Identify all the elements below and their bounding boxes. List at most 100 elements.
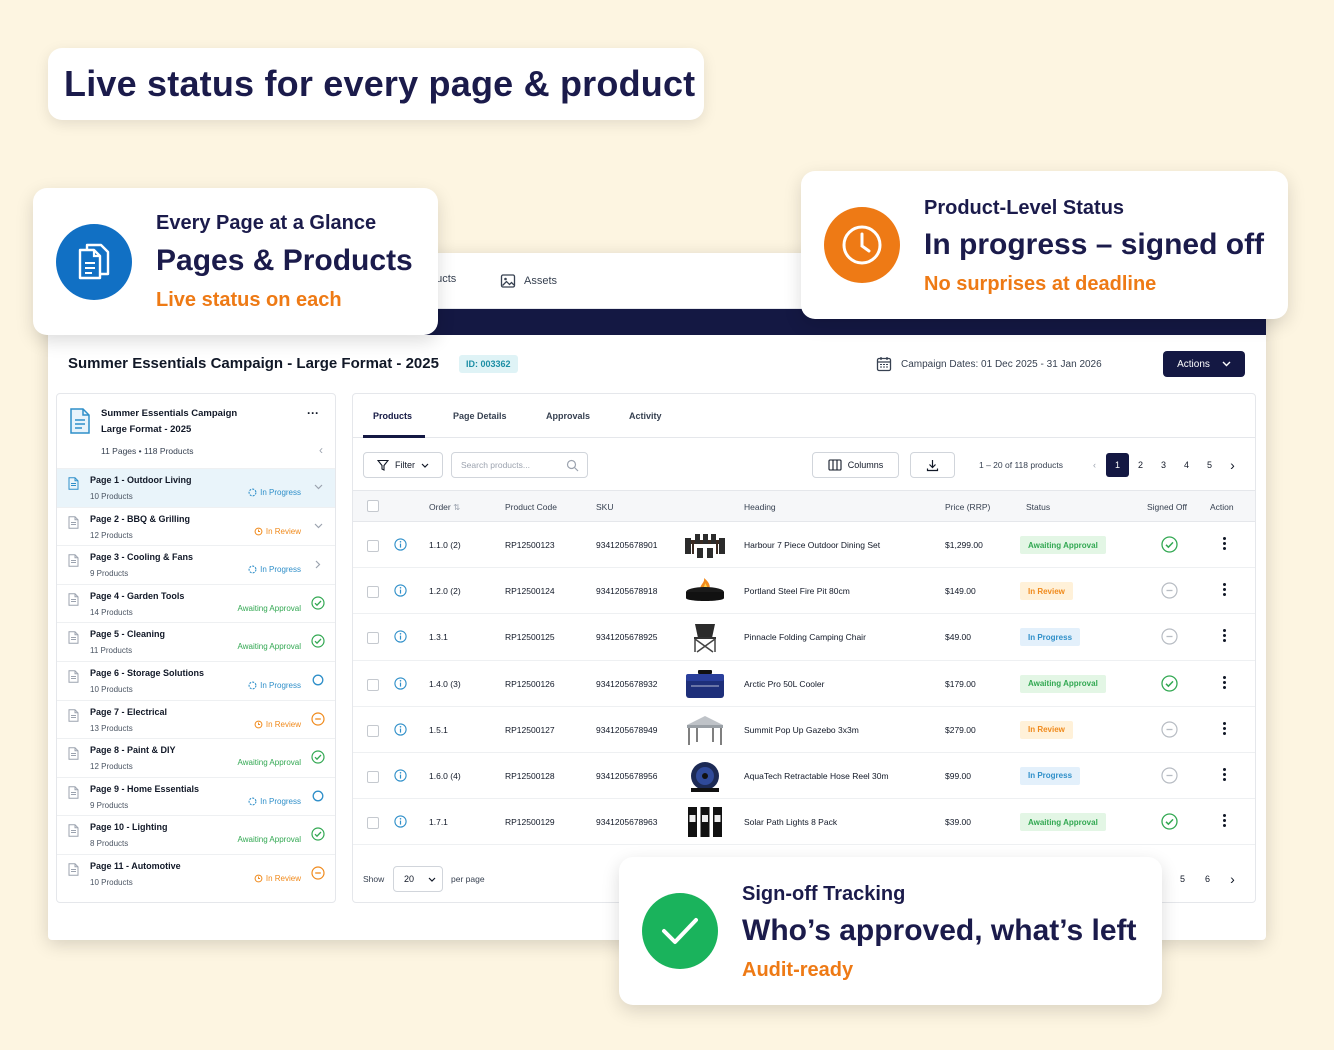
- table-row[interactable]: 1.4.0 (3) RP12500126 9341205678932 Arcti…: [353, 661, 1255, 707]
- sidebar-page-item[interactable]: Page 5 - Cleaning 11 Products Awaiting A…: [57, 622, 335, 661]
- actions-button[interactable]: Actions: [1163, 351, 1245, 377]
- status-icon: [254, 527, 263, 536]
- page-name: Page 3 - Cooling & Fans: [90, 552, 194, 563]
- row-product-code: RP12500129: [505, 817, 555, 828]
- page-number-2[interactable]: 2: [1129, 453, 1152, 477]
- info-icon[interactable]: [394, 815, 407, 833]
- page-number-1[interactable]: 1: [1106, 453, 1129, 477]
- page-number-5[interactable]: 5: [1198, 453, 1221, 477]
- sidebar-page-item[interactable]: Page 9 - Home Essentials 9 Products In P…: [57, 776, 335, 816]
- page-name: Page 7 - Electrical: [90, 706, 168, 717]
- chevron-down-icon: [1222, 361, 1231, 367]
- status-badge: In Review: [1020, 720, 1073, 739]
- table-row[interactable]: 1.7.1 RP12500129 9341205678963 Solar Pat…: [353, 799, 1255, 846]
- search-input[interactable]: Search products...: [451, 452, 588, 478]
- row-checkbox[interactable]: [367, 817, 379, 830]
- info-icon[interactable]: [394, 630, 407, 648]
- next-page-icon[interactable]: ›: [1221, 453, 1244, 477]
- callout-signoff-orange: Audit-ready: [742, 959, 854, 981]
- chevron-down-icon[interactable]: [311, 519, 325, 533]
- sidebar-page-item[interactable]: Page 3 - Cooling & Fans 9 Products In Pr…: [57, 545, 335, 584]
- row-actions-menu-icon[interactable]: [1221, 583, 1227, 597]
- table-row[interactable]: 1.5.1 RP12500127 9341205678949 Summit Po…: [353, 707, 1255, 753]
- sidebar-page-item[interactable]: Page 10 - Lighting 8 Products Awaiting A…: [57, 815, 335, 854]
- info-icon[interactable]: [394, 676, 407, 695]
- collapse-chevron-icon[interactable]: ‹: [319, 443, 323, 457]
- sidebar-page-item[interactable]: Page 11 - Automotive 10 Products In Revi…: [57, 853, 335, 893]
- sidebar-page-item[interactable]: Page 4 - Garden Tools 14 Products Awaiti…: [57, 583, 335, 623]
- select-all-checkbox[interactable]: [367, 500, 379, 512]
- row-checkbox[interactable]: [367, 632, 379, 645]
- tab-page-details[interactable]: Page Details: [453, 411, 507, 421]
- tab-activity[interactable]: Activity: [629, 411, 662, 421]
- table-row[interactable]: 1.3.1 RP12500125 9341205678925 Pinnacle …: [353, 614, 1255, 661]
- col-price: Price (RRP): [945, 502, 991, 512]
- row-order: 1.6.0 (4): [429, 770, 461, 781]
- info-icon[interactable]: [394, 538, 407, 556]
- footer-page-5[interactable]: 5: [1171, 867, 1194, 891]
- sidebar-header: Summer Essentials Campaign Large Format …: [57, 394, 335, 468]
- page-status: Awaiting Approval: [235, 835, 301, 844]
- row-checkbox[interactable]: [367, 540, 379, 552]
- page-name: Page 5 - Cleaning: [90, 629, 166, 640]
- tab-products[interactable]: Products: [373, 411, 412, 421]
- page-status: In Review: [254, 527, 301, 536]
- tab-approvals[interactable]: Approvals: [546, 411, 590, 421]
- sidebar-page-item[interactable]: Page 1 - Outdoor Living 10 Products In P…: [57, 468, 335, 507]
- col-signed-off: Signed Off: [1147, 502, 1188, 512]
- prev-page-icon[interactable]: ‹: [1083, 453, 1106, 477]
- not-signed-off-icon: [1161, 628, 1178, 650]
- filter-button[interactable]: Filter: [363, 452, 443, 478]
- page-status-label: Awaiting Approval: [237, 642, 301, 652]
- row-checkbox[interactable]: [367, 586, 379, 599]
- info-icon[interactable]: [394, 769, 407, 787]
- row-actions-menu-icon[interactable]: [1221, 629, 1227, 643]
- page-status: In Review: [254, 874, 301, 883]
- table-row[interactable]: 1.2.0 (2) RP12500124 9341205678918 Portl…: [353, 568, 1255, 615]
- row-actions-menu-icon[interactable]: [1221, 814, 1227, 828]
- chevron-right-icon[interactable]: [311, 557, 325, 571]
- row-order: 1.7.1: [429, 817, 448, 828]
- row-checkbox[interactable]: [367, 770, 379, 783]
- row-sku: 9341205678949: [596, 724, 658, 735]
- row-sku: 9341205678925: [596, 632, 658, 643]
- per-page-select[interactable]: 20: [393, 866, 443, 892]
- sidebar-page-item[interactable]: Page 2 - BBQ & Grilling 12 Products In R…: [57, 506, 335, 546]
- row-price: $39.00: [945, 817, 971, 828]
- toolbar: Filter Search products... Columns 1 – 20…: [353, 452, 1255, 478]
- footer-next-page-icon[interactable]: ›: [1221, 867, 1244, 891]
- signed-off-check-icon: [1161, 813, 1178, 835]
- row-actions-menu-icon[interactable]: [1221, 675, 1227, 689]
- row-order: 1.1.0 (2): [429, 540, 461, 550]
- page-status-label: In Review: [265, 719, 301, 729]
- col-order[interactable]: Order ⇅: [429, 502, 460, 513]
- row-actions-menu-icon[interactable]: [1221, 721, 1227, 735]
- page-number-3[interactable]: 3: [1152, 453, 1175, 477]
- more-options-icon[interactable]: ···: [307, 406, 319, 420]
- table-row[interactable]: 1.6.0 (4) RP12500128 9341205678956 AquaT…: [353, 753, 1255, 800]
- sidebar-title: Summer Essentials Campaign Large Format …: [101, 406, 237, 438]
- columns-button[interactable]: Columns: [812, 452, 899, 478]
- page-document-icon: [68, 631, 79, 649]
- row-actions-menu-icon[interactable]: [1221, 537, 1227, 550]
- info-icon[interactable]: [394, 723, 407, 741]
- row-checkbox[interactable]: [367, 678, 379, 691]
- sidebar-title-line1: Summer Essentials Campaign: [101, 408, 238, 419]
- sidebar-page-item[interactable]: Page 6 - Storage Solutions 10 Products I…: [57, 660, 335, 700]
- page-status-label: In Progress: [260, 488, 301, 497]
- page-number-4[interactable]: 4: [1175, 453, 1198, 477]
- footer-page-6[interactable]: 6: [1196, 867, 1219, 891]
- download-button[interactable]: [910, 452, 955, 478]
- columns-icon: [828, 459, 842, 471]
- row-actions-menu-icon[interactable]: [1221, 767, 1227, 781]
- callout-product-orange: No surprises at deadline: [924, 273, 1157, 295]
- nav-assets[interactable]: Assets: [500, 273, 557, 289]
- chevron-down-icon[interactable]: [311, 480, 325, 494]
- table-row[interactable]: 1.1.0 (2) RP12500123 9341205678901 Harbo…: [353, 522, 1255, 569]
- signed-off-check-icon: [1161, 536, 1178, 558]
- sidebar-page-item[interactable]: Page 7 - Electrical 13 Products In Revie…: [57, 699, 335, 739]
- info-icon[interactable]: [394, 584, 407, 602]
- nav-assets-label: Assets: [524, 275, 558, 287]
- row-checkbox[interactable]: [367, 724, 379, 737]
- sidebar-page-item[interactable]: Page 8 - Paint & DIY 12 Products Awaitin…: [57, 738, 335, 777]
